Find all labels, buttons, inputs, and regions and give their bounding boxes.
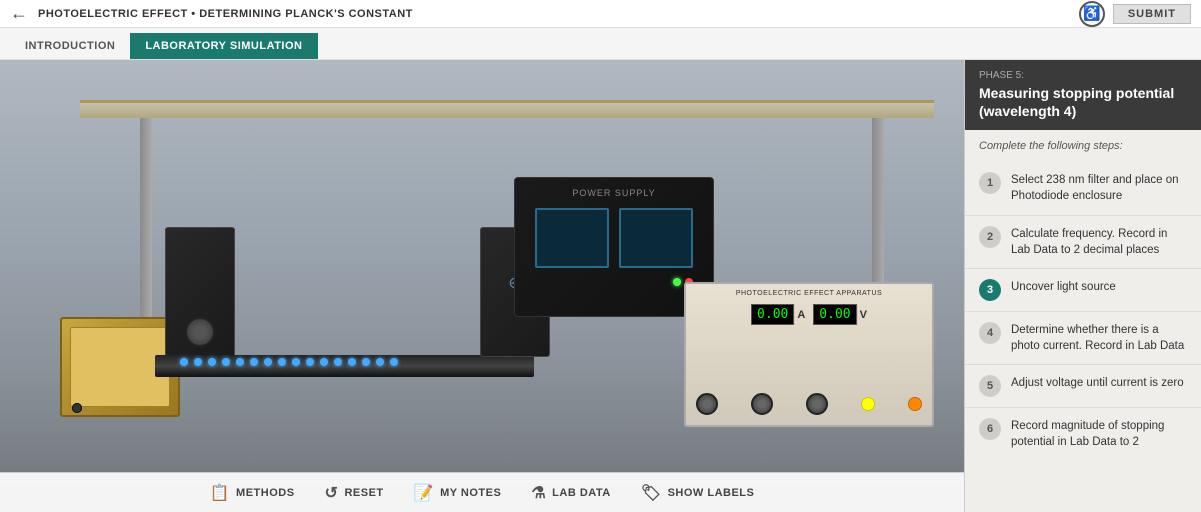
step-number-1: 1	[979, 172, 1001, 194]
phase-title: Measuring stopping potential (wavelength…	[979, 84, 1187, 120]
step-row-4: 4 Determine whether there is a photo curr…	[965, 312, 1201, 365]
toolbar: 📋 METHODS ↺ RESET 📝 MY NOTES ⚗ LAB DATA …	[0, 472, 964, 512]
rail-indicator-dots	[180, 358, 524, 366]
rail-dot	[208, 358, 216, 366]
rail-dot	[306, 358, 314, 366]
step-number-5: 5	[979, 375, 1001, 397]
rail-dot	[320, 358, 328, 366]
voltage-unit: V	[860, 309, 867, 321]
rail-dot	[250, 358, 258, 366]
steps-intro: Complete the following steps:	[965, 130, 1201, 162]
step-text-2: Calculate frequency. Record in Lab Data …	[1011, 226, 1187, 258]
methods-label: METHODS	[236, 487, 295, 499]
rail-dot	[334, 358, 342, 366]
show-labels-icon: 🏷	[641, 483, 662, 503]
main-content: ⊕ POWER SUPPLY PHOTOELECTRIC EFFECT APPA…	[0, 60, 1201, 512]
rail-dot	[264, 358, 272, 366]
apparatus-knob-1[interactable]	[696, 393, 718, 415]
step-text-3: Uncover light source	[1011, 279, 1116, 295]
filter-dot	[72, 403, 82, 413]
step-row-2: 2 Calculate frequency. Record in Lab Data…	[965, 216, 1201, 269]
step-row-1: 1 Select 238 nm filter and place on Photo…	[965, 162, 1201, 215]
step-text-4: Determine whether there is a photo curre…	[1011, 322, 1187, 354]
current-display: 0.00	[751, 304, 794, 325]
rail-dot	[348, 358, 356, 366]
step-number-4: 4	[979, 322, 1001, 344]
step-text-6: Record magnitude of stopping potential i…	[1011, 418, 1187, 450]
voltage-display-group: 0.00 V	[813, 304, 867, 325]
step-row-3: 3 Uncover light source	[965, 269, 1201, 312]
rail-dot	[292, 358, 300, 366]
step-text-1: Select 238 nm filter and place on Photod…	[1011, 172, 1187, 204]
phase-label: PHASE 5:	[979, 70, 1187, 81]
accessibility-icon: ♿	[1083, 5, 1100, 22]
rail-dot	[194, 358, 202, 366]
notes-icon: 📝	[414, 483, 434, 503]
phase-header: PHASE 5: Measuring stopping potential (w…	[965, 60, 1201, 130]
yellow-indicator	[861, 397, 875, 411]
apparatus-knob-2[interactable]	[751, 393, 773, 415]
step-row-6: 6 Record magnitude of stopping potential …	[965, 408, 1201, 460]
tab-bar: INTRODUCTION LABORATORY SIMULATION	[0, 28, 1201, 60]
page-title: PHOTOELECTRIC EFFECT • DETERMINING PLANC…	[38, 8, 1079, 20]
apparatus-displays: 0.00 A 0.00 V	[751, 304, 867, 325]
rail-dot	[376, 358, 384, 366]
power-light-green	[673, 278, 681, 286]
tab-laboratory-simulation[interactable]: LABORATORY SIMULATION	[130, 33, 317, 59]
notes-label: MY NOTES	[440, 487, 501, 499]
reset-icon: ↺	[325, 483, 339, 503]
methods-icon: 📋	[210, 483, 230, 503]
step-row-5: 5 Adjust voltage until current is zero	[965, 365, 1201, 408]
lab-data-label: LAB DATA	[552, 487, 611, 499]
current-unit: A	[797, 309, 805, 321]
light-source-knob	[185, 317, 215, 347]
methods-button[interactable]: 📋 METHODS	[210, 483, 295, 503]
rail-dot	[278, 358, 286, 366]
step-number-2: 2	[979, 226, 1001, 248]
step-text-5: Adjust voltage until current is zero	[1011, 375, 1184, 391]
reset-label: RESET	[344, 487, 383, 499]
rail-dot	[390, 358, 398, 366]
notes-button[interactable]: 📝 MY NOTES	[414, 483, 502, 503]
rail-dot	[362, 358, 370, 366]
lab-data-icon: ⚗	[531, 483, 546, 503]
lab-area: ⊕ POWER SUPPLY PHOTOELECTRIC EFFECT APPA…	[0, 60, 964, 512]
steps-container: Complete the following steps: 1 Select 23…	[965, 130, 1201, 512]
current-display-group: 0.00 A	[751, 304, 805, 325]
apparatus-title: PHOTOELECTRIC EFFECT APPARATUS	[736, 290, 882, 297]
orange-indicator	[908, 397, 922, 411]
apparatus-controls	[696, 393, 922, 415]
shelf	[80, 100, 934, 118]
submit-button[interactable]: SUBMIT	[1113, 4, 1191, 24]
power-supply-label: POWER SUPPLY	[572, 188, 655, 198]
header: ← PHOTOELECTRIC EFFECT • DETERMINING PLA…	[0, 0, 1201, 28]
apparatus-knob-3[interactable]	[806, 393, 828, 415]
show-labels-label: SHOW LABELS	[668, 487, 755, 499]
rail-dot	[180, 358, 188, 366]
step-number-3: 3	[979, 279, 1001, 301]
lab-data-button[interactable]: ⚗ LAB DATA	[531, 483, 610, 503]
reset-button[interactable]: ↺ RESET	[325, 483, 384, 503]
tab-introduction[interactable]: INTRODUCTION	[10, 33, 130, 59]
rail-dot	[222, 358, 230, 366]
voltage-display: 0.00	[813, 304, 856, 325]
step-number-6: 6	[979, 418, 1001, 440]
apparatus-box: PHOTOELECTRIC EFFECT APPARATUS 0.00 A 0.…	[684, 282, 934, 427]
back-button[interactable]: ←	[10, 3, 28, 24]
show-labels-button[interactable]: 🏷 SHOW LABELS	[641, 483, 755, 503]
right-panel: PHASE 5: Measuring stopping potential (w…	[964, 60, 1201, 512]
rail-dot	[236, 358, 244, 366]
accessibility-button[interactable]: ♿	[1079, 1, 1105, 27]
